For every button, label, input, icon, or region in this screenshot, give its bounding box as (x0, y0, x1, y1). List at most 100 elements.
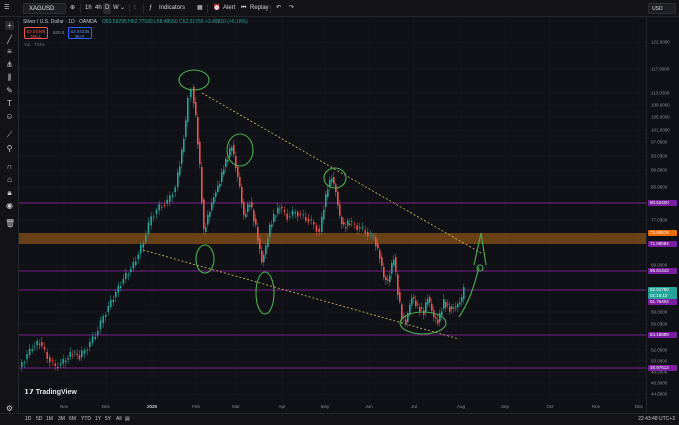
price-label: 117.0000 (651, 66, 670, 72)
price-label: 105.0000 (651, 114, 670, 120)
candle-body (461, 297, 463, 302)
range-1m[interactable]: 1M (46, 416, 53, 423)
symbol-name: XAGUSD (29, 6, 55, 12)
eye-icon[interactable]: ◉ (5, 201, 14, 210)
candle-body (158, 204, 160, 211)
indicators-icon[interactable]: ƒ (149, 3, 152, 14)
magnet-icon[interactable]: ∩ (5, 162, 14, 171)
zoom-icon[interactable]: ⚲ (5, 144, 14, 153)
sell-button[interactable]: 62.01006 SELL (24, 27, 48, 39)
price-axis[interactable]: 122.0000 117.0000 113.0000 109.0000 105.0000… (646, 17, 679, 413)
currency-selector[interactable]: USD (648, 3, 676, 14)
text-icon[interactable]: T (5, 99, 14, 108)
brush-icon[interactable]: ✎ (5, 86, 14, 95)
candle-body (399, 292, 401, 302)
undo-icon[interactable]: ↶ (276, 3, 281, 14)
buy-button[interactable]: 62.04236 BUY (68, 27, 92, 39)
candle-body (78, 355, 81, 360)
range-5y[interactable]: 5Y (105, 416, 111, 423)
timeframe-d[interactable]: D (103, 3, 112, 14)
candle-body (237, 167, 239, 177)
horizontal-lines-icon[interactable]: ≡ (5, 47, 14, 56)
candle-body (257, 227, 259, 241)
time-label: Nov (59, 404, 69, 409)
range-all[interactable]: All (116, 416, 122, 423)
candle-body (425, 302, 427, 312)
candle-body (36, 340, 38, 346)
range-1d[interactable]: 1D (25, 416, 31, 423)
crosshair-icon[interactable]: + (5, 21, 14, 30)
hand-drawn-annotations (178, 69, 487, 335)
candle-body (364, 230, 366, 234)
timeframe-4h[interactable]: 4h (95, 3, 102, 14)
candle-body (379, 250, 381, 259)
alert-icon[interactable]: ⏰ (213, 3, 220, 14)
settings-icon[interactable]: ⚙ (5, 404, 14, 413)
candle-body (102, 316, 104, 323)
candle-body (447, 303, 449, 305)
templates-icon[interactable]: ▦ (197, 3, 203, 14)
candle-body (142, 243, 145, 248)
time-axis[interactable]: Nov Dec 2026 Feb Mar Apr May Jun Jul Aug Sep Oct Nov… (19, 403, 646, 413)
candle-body (122, 279, 125, 284)
candle-body (419, 307, 421, 312)
candle-body (125, 272, 127, 279)
time-label: Jul (411, 404, 417, 409)
timeframe-1h[interactable]: 1h (85, 3, 92, 14)
redo-icon[interactable]: ↷ (289, 3, 294, 14)
time-label: Mar (232, 404, 240, 409)
emoji-icon[interactable]: ☺ (5, 112, 14, 121)
lock-drawings-icon[interactable]: ⌂ (5, 175, 14, 184)
candle-body (155, 209, 158, 214)
candle-body (110, 299, 112, 307)
candle-body (201, 167, 203, 203)
candle-body (130, 269, 132, 272)
lock-icon[interactable]: 🔒︎ (5, 188, 14, 197)
menu-icon[interactable]: ☰ (4, 3, 9, 14)
trend-line-icon[interactable]: ╱ (5, 35, 14, 44)
trash-icon[interactable]: 🗑︎ (5, 219, 15, 228)
candle-body (127, 274, 130, 276)
candle-body (281, 207, 283, 209)
range-3m[interactable]: 3M (58, 416, 65, 423)
candle-body (117, 285, 120, 293)
alert-button[interactable]: Alert (223, 3, 235, 14)
price-chart[interactable] (19, 17, 646, 403)
candle-body (286, 213, 288, 220)
candle-body (153, 216, 155, 218)
chevron-down-icon[interactable]: ⌄ (120, 3, 125, 14)
bars-style-icon[interactable]: ⫶ (134, 3, 136, 14)
price-label: 52.0000 (651, 347, 668, 353)
candle-body (140, 244, 142, 254)
candle-body (449, 306, 451, 312)
candle-body (389, 275, 391, 282)
candle-body (174, 187, 176, 192)
time-label: Sep (500, 404, 510, 409)
candle-body (217, 185, 219, 192)
fib-icon[interactable]: ⫼ (5, 73, 14, 82)
timeframe-w[interactable]: W (113, 3, 119, 14)
pitchfork-icon[interactable]: ⋔ (5, 60, 14, 69)
candle-body (279, 209, 281, 211)
candle-body (395, 257, 397, 272)
candle-body (441, 311, 443, 316)
add-symbol-icon[interactable]: ⊕ (70, 3, 75, 14)
candle-body (115, 292, 117, 297)
candle-body (294, 212, 296, 214)
candle-body (375, 237, 377, 247)
candle-body (51, 360, 54, 362)
replay-button[interactable]: Replay (250, 3, 269, 14)
chart-pane[interactable]: Silver / U.S. Dollar · 1D · OANDA O59.55… (19, 17, 646, 413)
candle-body (62, 359, 64, 364)
symbol-search[interactable]: XAGUSD (23, 3, 66, 14)
range-1y[interactable]: 1Y (95, 416, 101, 423)
ruler-icon[interactable]: ⟋ (5, 130, 14, 139)
indicators-button[interactable]: Indicators (159, 3, 185, 14)
range-ytd[interactable]: YTD (81, 416, 91, 423)
range-5d[interactable]: 5D (36, 416, 42, 423)
calendar-icon[interactable]: ▤ (125, 416, 130, 423)
candle-body (273, 214, 275, 222)
range-6m[interactable]: 6M (69, 416, 76, 423)
replay-icon[interactable]: ⏮ (241, 3, 246, 14)
time-label: Feb (192, 404, 200, 409)
